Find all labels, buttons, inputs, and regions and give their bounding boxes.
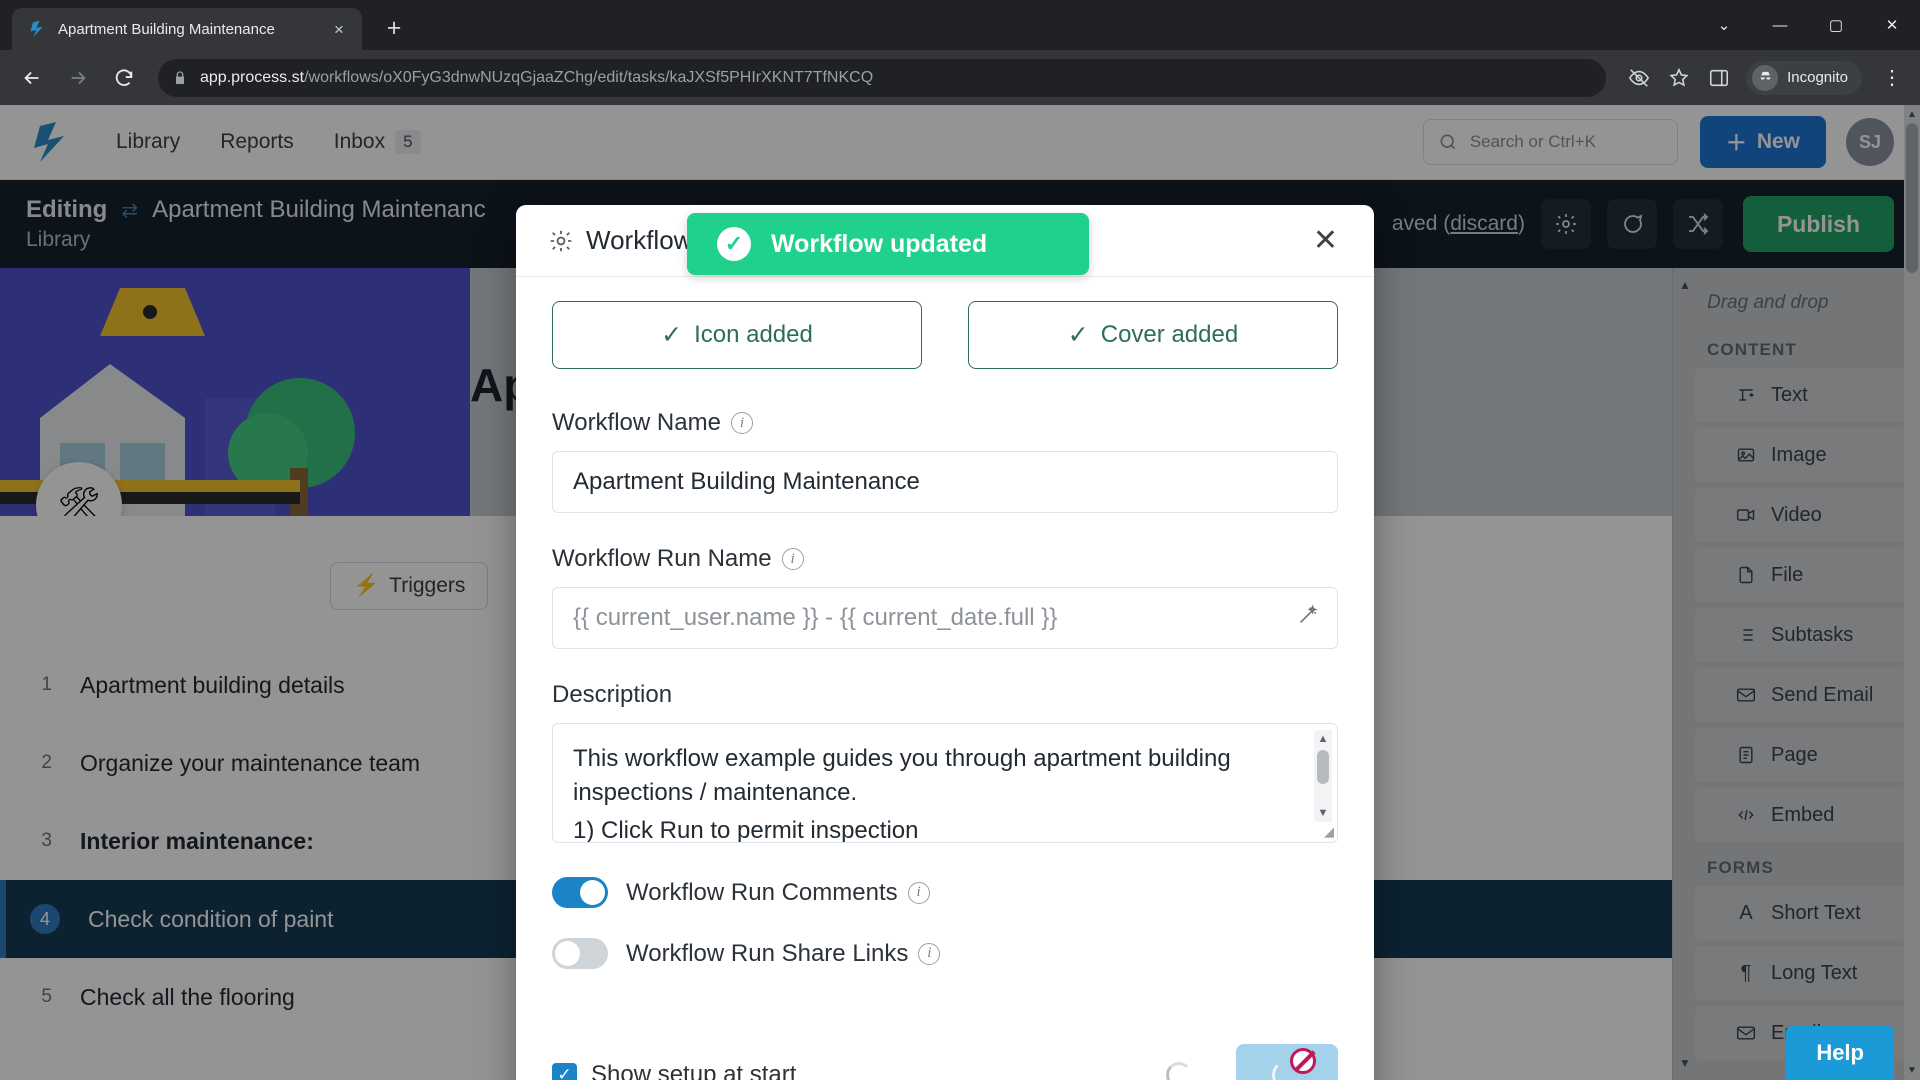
no-entry-cursor-icon [1290, 1048, 1316, 1074]
modal-footer: ✓ Show setup at start [516, 1027, 1374, 1080]
workflow-run-name-label: Workflow Run Name [552, 545, 772, 572]
check-circle-icon: ✓ [717, 227, 751, 261]
browser-tab[interactable]: Apartment Building Maintenance × [12, 8, 362, 50]
help-label: Help [1816, 1040, 1864, 1065]
loading-spinner [1166, 1062, 1192, 1080]
incognito-profile-chip[interactable]: Incognito [1746, 60, 1862, 95]
workflow-run-comments-toggle[interactable] [552, 877, 608, 908]
minimize-all-icon[interactable]: ⌄ [1696, 1, 1752, 49]
maximize-icon[interactable]: ▢ [1808, 1, 1864, 49]
reload-icon[interactable] [104, 58, 144, 98]
lock-icon [172, 70, 188, 86]
workflow-name-label: Workflow Name [552, 409, 721, 436]
magic-wand-icon[interactable] [1297, 604, 1319, 632]
workflow-run-name-placeholder: {{ current_user.name }} - {{ current_dat… [573, 604, 1058, 631]
show-setup-at-start-checkbox[interactable]: ✓ [552, 1062, 577, 1080]
description-textarea[interactable]: This workflow example guides you through… [552, 723, 1338, 843]
workflow-name-input[interactable]: Apartment Building Maintenance [552, 451, 1338, 513]
description-scrollbar[interactable]: ▲ ▼ [1314, 730, 1332, 822]
cover-added-chip[interactable]: ✓ Cover added [968, 301, 1338, 369]
workflow-run-name-input[interactable]: {{ current_user.name }} - {{ current_dat… [552, 587, 1338, 649]
save-button [1236, 1044, 1338, 1080]
check-icon: ✓ [661, 321, 683, 349]
toggle-knob [580, 880, 605, 905]
workflow-run-comments-label: Workflow Run Comments [626, 878, 898, 906]
toolbar-actions: Incognito ⋮ [1620, 60, 1908, 95]
workflow-run-share-links-toggle[interactable] [552, 938, 608, 969]
description-label-row: Description [552, 681, 1338, 709]
url-text: app.process.st/workflows/oX0FyG3dnwNUzqG… [200, 69, 873, 87]
toast-message: Workflow updated [771, 229, 988, 258]
workflow-run-comments-label-row: Workflow Run Comments i [626, 879, 930, 907]
info-icon[interactable]: i [918, 942, 941, 965]
close-icon[interactable]: ✕ [1305, 222, 1346, 260]
help-button[interactable]: Help [1786, 1026, 1894, 1080]
icon-added-label: Icon added [694, 321, 813, 348]
cover-added-label: Cover added [1100, 321, 1239, 348]
asset-chip-row: ✓ Icon added ✓ Cover added [552, 301, 1338, 369]
info-icon[interactable]: i [781, 548, 804, 570]
new-tab-button[interactable]: + [374, 8, 414, 48]
minimize-icon[interactable]: — [1752, 1, 1808, 49]
workflow-run-comments-row[interactable]: Workflow Run Comments i [552, 877, 1338, 908]
info-icon[interactable]: i [730, 412, 753, 434]
window-close-icon[interactable]: ✕ [1864, 1, 1920, 49]
back-arrow-icon[interactable] [12, 58, 52, 98]
incognito-icon [1752, 64, 1779, 91]
workflow-run-share-links-label: Workflow Run Share Links [626, 939, 909, 967]
side-panel-icon[interactable] [1706, 65, 1732, 91]
workflow-name-value: Apartment Building Maintenance [573, 468, 920, 495]
toast-notification: ✓ Workflow updated [687, 213, 1089, 275]
window-controls: ⌄ — ▢ ✕ [1696, 0, 1920, 50]
show-setup-at-start-label: Show setup at start [591, 1061, 797, 1080]
info-icon[interactable]: i [907, 881, 930, 904]
check-icon: ✓ [1067, 321, 1089, 349]
kebab-menu-icon[interactable]: ⋮ [1876, 68, 1908, 88]
web-page: Library Reports Inbox 5 Search or Ctrl+K… [0, 105, 1920, 1080]
browser-window: Apartment Building Maintenance × + ⌄ — ▢… [0, 0, 1920, 1080]
description-text: This workflow example guides you through… [573, 745, 1231, 807]
workflow-setup-modal: Workflow Setup ✕ ✓ Icon added ✓ Cover ad… [516, 205, 1374, 1080]
scroll-down-arrow[interactable]: ▼ [1314, 804, 1332, 822]
url-path: /workflows/oX0FyG3dnwNUzqGjaaZChg/edit/t… [304, 68, 874, 86]
process-st-logo-icon [28, 19, 48, 39]
forward-arrow-icon[interactable] [58, 58, 98, 98]
scroll-up-arrow[interactable]: ▲ [1314, 730, 1332, 748]
tab-title: Apartment Building Maintenance [58, 20, 275, 38]
modal-body: ✓ Icon added ✓ Cover added Workflow Name… [516, 277, 1374, 1027]
show-setup-at-start-row[interactable]: ✓ Show setup at start [552, 1061, 796, 1080]
incognito-label: Incognito [1787, 69, 1848, 86]
workflow-name-label-row: Workflow Name i [552, 409, 1338, 437]
description-clipped-line: 1) Click Run to permit inspection [573, 817, 919, 843]
scrollbar-thumb[interactable] [1317, 750, 1329, 784]
resize-grip-icon[interactable]: ◢ [1324, 824, 1334, 840]
gear-icon [548, 228, 574, 254]
address-bar[interactable]: app.process.st/workflows/oX0FyG3dnwNUzqG… [158, 58, 1607, 97]
workflow-run-share-links-label-row: Workflow Run Share Links i [626, 939, 941, 968]
icon-added-chip[interactable]: ✓ Icon added [552, 301, 922, 369]
url-domain: app.process.st [200, 68, 305, 86]
eye-off-icon[interactable] [1626, 65, 1652, 91]
tab-strip: Apartment Building Maintenance × + ⌄ — ▢… [0, 0, 1920, 50]
workflow-run-share-links-row[interactable]: Workflow Run Share Links i [552, 938, 1338, 969]
description-label: Description [552, 681, 673, 708]
browser-toolbar: app.process.st/workflows/oX0FyG3dnwNUzqG… [0, 50, 1920, 105]
workflow-run-name-label-row: Workflow Run Name i [552, 545, 1338, 573]
bookmark-star-icon[interactable] [1666, 65, 1692, 91]
toggle-knob [555, 941, 580, 966]
close-icon[interactable]: × [326, 16, 352, 42]
